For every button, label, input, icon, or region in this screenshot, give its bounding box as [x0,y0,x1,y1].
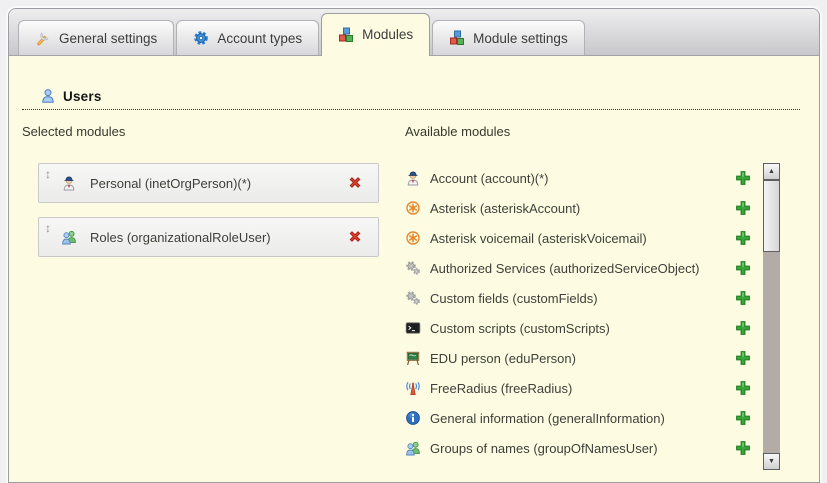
asterisk-icon [405,230,421,246]
green-plus-icon [735,440,751,456]
green-plus-icon [735,380,751,396]
green-plus-icon [735,230,751,246]
add-module-button[interactable] [735,440,751,456]
module-label: Asterisk voicemail (asteriskVoicemail) [430,231,735,246]
tab-module-settings[interactable]: Module settings [432,20,585,55]
tab-general-settings[interactable]: General settings [18,20,174,55]
available-module-item: Authorized Services (authorizedServiceOb… [405,253,751,283]
gears-icon [405,260,421,276]
group-icon [61,229,77,245]
tab-account-types[interactable]: Account types [176,20,319,55]
available-module-item: Custom fields (customFields) [405,283,751,313]
available-modules-panel: Available modules Account (account)(*) A… [405,124,751,463]
available-modules-scrollbar[interactable]: ▲ ▼ [763,163,780,470]
drag-handle-icon[interactable]: ↕ [45,168,51,180]
wrench-icon [35,30,51,46]
gear-icon [193,30,209,46]
chalkboard-icon [405,350,421,366]
module-label: FreeRadius (freeRadius) [430,381,735,396]
tab-label: General settings [59,31,157,46]
tab-modules[interactable]: Modules [321,13,430,56]
module-label: Personal (inetOrgPerson)(*) [90,176,347,191]
add-module-button[interactable] [735,290,751,306]
add-module-button[interactable] [735,200,751,216]
modules-icon [338,27,354,43]
selected-modules-panel: Selected modules ↕ Personal (inetOrgPers… [22,124,380,271]
module-label: Asterisk (asteriskAccount) [430,201,735,216]
available-module-item: Custom scripts (customScripts) [405,313,751,343]
green-plus-icon [735,350,751,366]
module-label: General information (generalInformation) [430,411,735,426]
scrollbar-up-button[interactable]: ▲ [763,163,780,180]
green-plus-icon [735,290,751,306]
available-module-item: Asterisk (asteriskAccount) [405,193,751,223]
add-module-button[interactable] [735,320,751,336]
green-plus-icon [735,410,751,426]
module-label: Custom fields (customFields) [430,291,735,306]
scrollbar-down-button[interactable]: ▼ [763,453,780,470]
person-suit-icon [61,175,77,191]
module-label: Account (account)(*) [430,171,735,186]
available-module-item: FreeRadius (freeRadius) [405,373,751,403]
add-module-button[interactable] [735,230,751,246]
module-label: EDU person (eduPerson) [430,351,735,366]
tab-content: Users Selected modules ↕ Personal (inetO… [9,57,819,482]
add-module-button[interactable] [735,410,751,426]
tab-label: Account types [217,31,302,46]
selected-modules-heading: Selected modules [22,124,380,139]
red-x-icon [347,175,363,191]
green-plus-icon [735,320,751,336]
tab-label: Modules [362,27,413,42]
drag-handle-icon[interactable]: ↕ [45,222,51,234]
remove-module-button[interactable] [347,175,364,192]
add-module-button[interactable] [735,350,751,366]
gears-icon [405,290,421,306]
available-module-item: Account (account)(*) [405,163,751,193]
settings-panel: General settings Account types Modules M… [8,8,820,483]
available-module-item: Asterisk voicemail (asteriskVoicemail) [405,223,751,253]
module-label: Authorized Services (authorizedServiceOb… [430,261,735,276]
add-module-button[interactable] [735,380,751,396]
asterisk-icon [405,200,421,216]
available-module-item: EDU person (eduPerson) [405,343,751,373]
module-label: Groups of names (groupOfNamesUser) [430,441,735,456]
available-modules-list: Account (account)(*) Asterisk (asteriskA… [405,163,751,463]
module-label: Custom scripts (customScripts) [430,321,735,336]
selected-modules-list: ↕ Personal (inetOrgPerson)(*) ↕ Roles (o… [38,163,379,257]
available-module-item: Groups of names (groupOfNamesUser) [405,433,751,463]
antenna-icon [405,380,421,396]
green-plus-icon [735,260,751,276]
red-x-icon [347,229,363,245]
tab-bar: General settings Account types Modules M… [9,9,819,56]
terminal-icon [405,320,421,336]
section-heading: Users [22,88,800,110]
user-icon [40,88,56,104]
scrollbar-thumb[interactable] [763,180,780,252]
available-module-item: General information (generalInformation) [405,403,751,433]
available-modules-heading: Available modules [405,124,751,139]
section-title: Users [63,89,102,104]
green-plus-icon [735,170,751,186]
scroll-up-icon: ▲ [768,168,775,175]
group-icon [405,440,421,456]
remove-module-button[interactable] [347,229,364,246]
info-icon [405,410,421,426]
tab-label: Module settings [473,31,568,46]
scroll-down-icon: ▼ [768,458,775,465]
add-module-button[interactable] [735,170,751,186]
modules-icon [449,30,465,46]
add-module-button[interactable] [735,260,751,276]
selected-module-item[interactable]: ↕ Roles (organizationalRoleUser) [38,217,379,257]
person-suit-icon [405,170,421,186]
selected-module-item[interactable]: ↕ Personal (inetOrgPerson)(*) [38,163,379,203]
module-label: Roles (organizationalRoleUser) [90,230,347,245]
green-plus-icon [735,200,751,216]
